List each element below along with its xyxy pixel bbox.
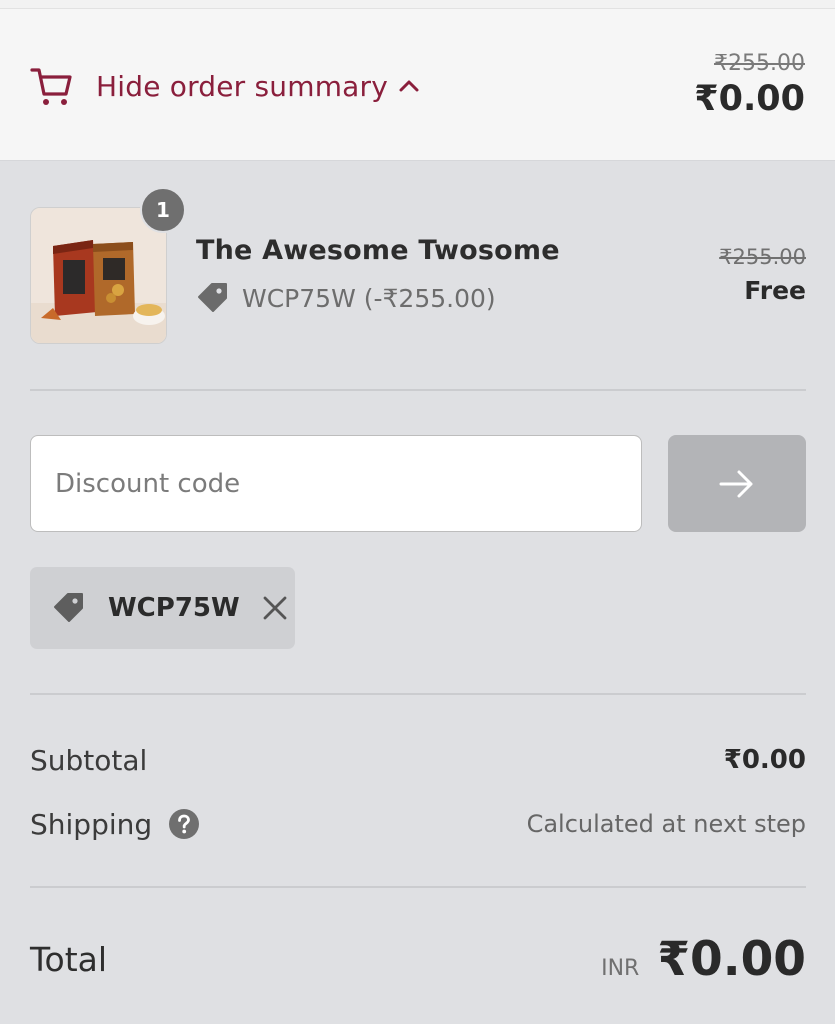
applied-discount-code: WCP75W <box>108 593 240 623</box>
total-amount-group: INR ₹0.00 <box>601 932 806 987</box>
product-thumbnail <box>30 207 167 344</box>
cart-icon <box>30 64 74 108</box>
order-summary-toggle[interactable]: Hide order summary <box>30 59 420 113</box>
shipping-row: Shipping Calculated at next step <box>30 802 806 846</box>
apply-discount-button[interactable] <box>668 435 806 532</box>
subtotal-row: Subtotal ₹0.00 <box>30 740 806 780</box>
chevron-up-icon <box>398 75 420 97</box>
line-item-discount: WCP75W (-₹255.00) <box>196 281 496 315</box>
line-item-discount-text: WCP75W (-₹255.00) <box>242 283 496 313</box>
close-icon[interactable] <box>260 593 290 623</box>
line-item-prices: ₹255.00 Free <box>719 243 806 311</box>
currency-code: INR <box>601 955 640 981</box>
top-edge <box>0 0 835 9</box>
shipping-label: Shipping <box>30 807 153 841</box>
quantity-badge: 1 <box>140 187 186 233</box>
tag-icon <box>196 281 230 315</box>
order-summary-toggle-label: Hide order summary <box>96 69 389 103</box>
divider <box>30 389 806 391</box>
product-thumbnail-wrapper: 1 <box>30 187 186 344</box>
line-item-compare-at-price: ₹255.00 <box>719 245 806 269</box>
total-value: ₹0.00 <box>657 931 806 987</box>
product-title: The Awesome Twosome <box>196 235 560 266</box>
tag-icon <box>52 591 86 625</box>
shipping-label-group: Shipping <box>30 808 200 841</box>
divider <box>30 693 806 695</box>
header-total: ₹0.00 <box>694 79 805 119</box>
help-icon[interactable] <box>168 808 200 840</box>
discount-code-input[interactable] <box>30 435 642 532</box>
header-prices: ₹255.00 ₹0.00 <box>694 51 805 121</box>
subtotal-value: ₹0.00 <box>723 745 806 775</box>
header-compare-at-total: ₹255.00 <box>714 51 805 76</box>
line-item-price: Free <box>744 276 806 305</box>
order-summary-header: Hide order summary ₹255.00 ₹0.00 <box>0 9 835 161</box>
subtotal-label: Subtotal <box>30 743 148 777</box>
total-row: Total INR ₹0.00 <box>30 928 806 990</box>
applied-discount-chip: WCP75W <box>30 567 295 649</box>
total-label: Total <box>30 939 108 979</box>
shipping-value: Calculated at next step <box>526 810 806 838</box>
arrow-right-icon <box>717 464 757 504</box>
line-item: 1 The Awesome Twosome WCP75W (-₹255.00) … <box>30 187 806 345</box>
divider <box>30 886 806 888</box>
